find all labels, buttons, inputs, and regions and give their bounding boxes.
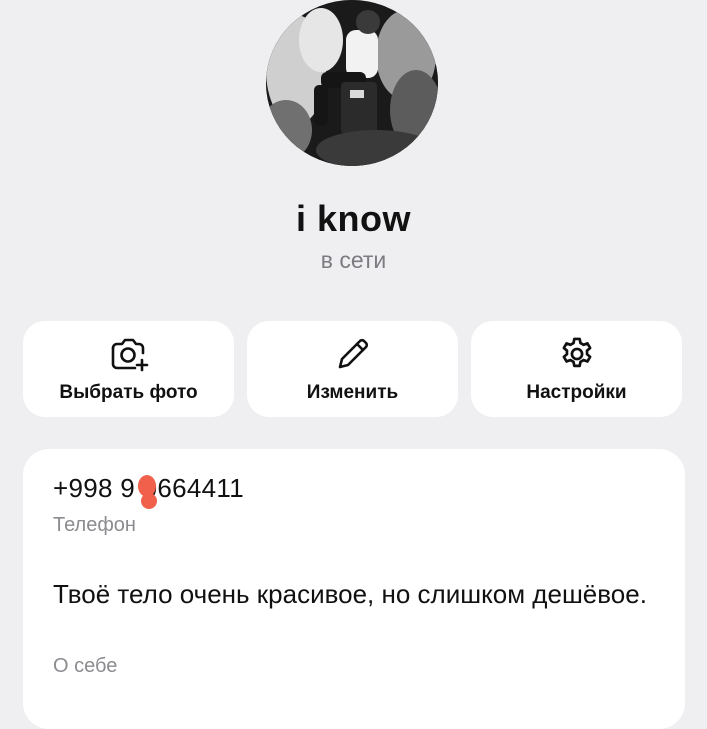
settings-button[interactable]: Настройки (471, 321, 682, 417)
profile-info-card: +998 9 0664411 Телефон Твоё тело очень к… (23, 449, 685, 729)
phone-label: Телефон (53, 514, 136, 536)
edit-button[interactable]: Изменить (247, 321, 458, 417)
settings-label: Настройки (526, 382, 627, 403)
profile-avatar[interactable] (266, 0, 438, 166)
choose-photo-label: Выбрать фото (59, 382, 198, 403)
pencil-icon (247, 335, 458, 373)
action-buttons: Выбрать фото Изменить Настройки (23, 321, 683, 417)
choose-photo-button[interactable]: Выбрать фото (23, 321, 234, 417)
avatar-photo (266, 0, 438, 166)
edit-label: Изменить (306, 382, 399, 403)
online-status: в сети (320, 247, 387, 273)
gear-icon (471, 335, 682, 373)
camera-plus-icon (23, 335, 234, 373)
about-text[interactable]: Твоё тело очень красивое, но слишком деш… (53, 577, 653, 612)
profile-name: i know (295, 198, 411, 239)
redaction-mark (138, 475, 157, 509)
about-label: О себе (53, 655, 118, 677)
